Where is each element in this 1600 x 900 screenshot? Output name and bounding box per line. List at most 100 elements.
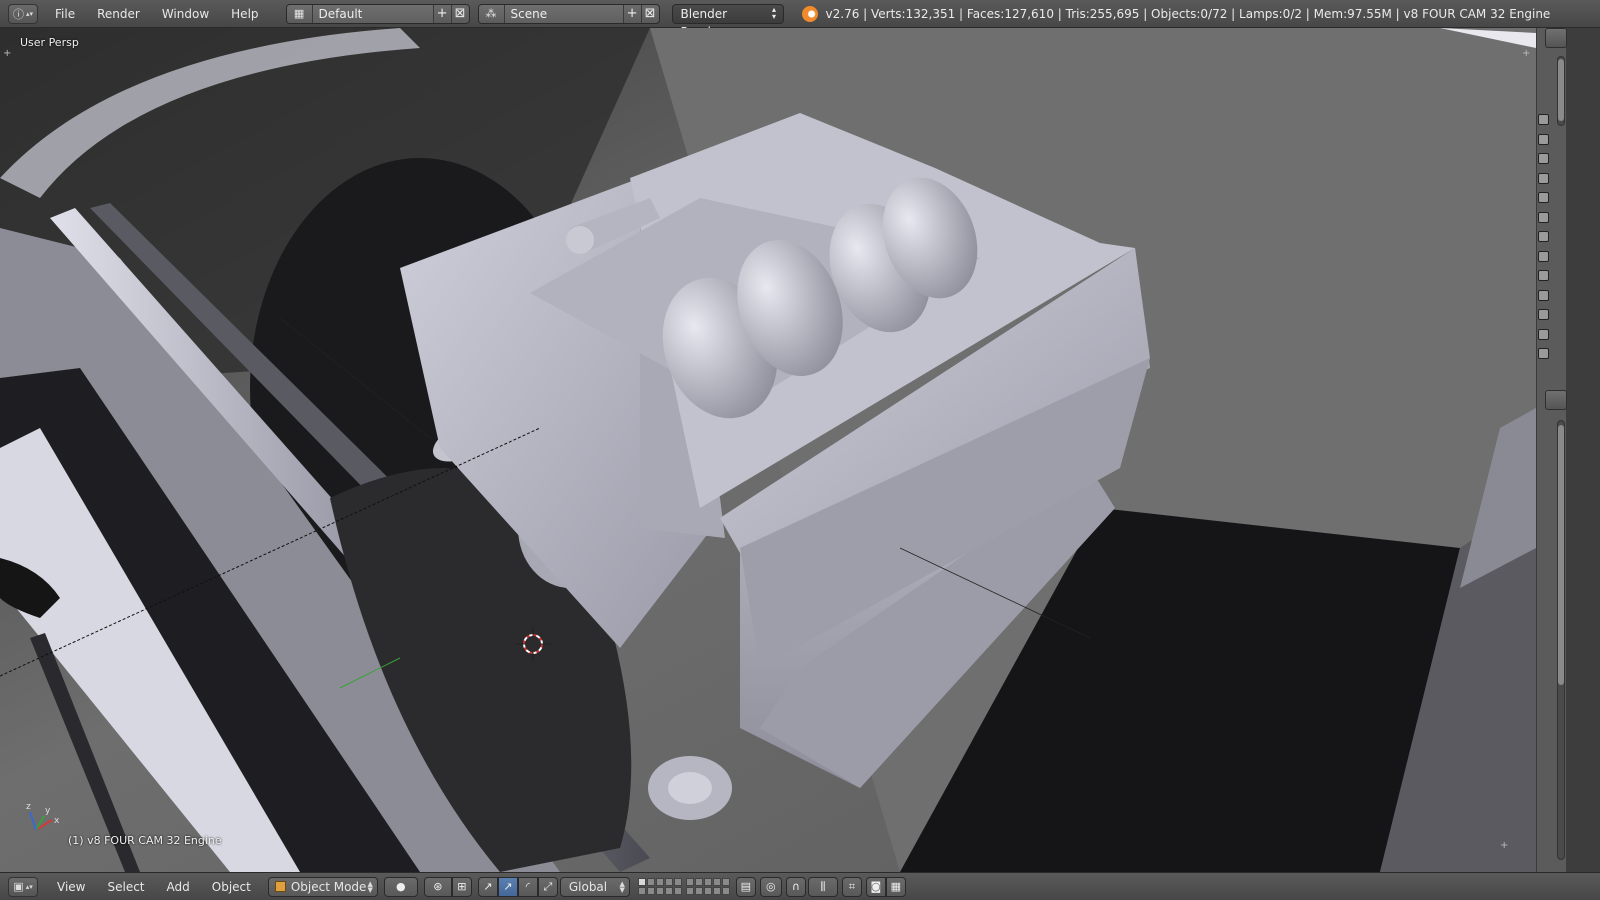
delete-scene-icon[interactable]: ⊠	[640, 4, 659, 23]
layer-button[interactable]	[721, 887, 730, 895]
manipulator-toggle-button[interactable]: ↗	[477, 876, 498, 897]
menu-render[interactable]: Render	[86, 0, 151, 28]
screen-layout-field[interactable]: Default	[312, 4, 433, 23]
manipulator-center-button[interactable]: ⊞	[451, 876, 472, 897]
side-region-strip	[1536, 28, 1567, 872]
camera-icon[interactable]	[1538, 309, 1549, 320]
layer-button[interactable]	[685, 878, 694, 886]
layer-buttons[interactable]	[685, 878, 730, 895]
layer-button[interactable]	[655, 878, 664, 886]
layer-button[interactable]	[703, 878, 712, 886]
layer-buttons[interactable]	[637, 878, 682, 895]
layer-button[interactable]	[664, 887, 673, 895]
mode-label: Object Mode	[290, 879, 367, 894]
region-corner-icon[interactable]: +	[3, 48, 11, 59]
editor-type-button[interactable]: ⓘ ▴▾	[8, 3, 38, 24]
layer-button[interactable]	[712, 878, 721, 886]
camera-icon[interactable]	[1538, 289, 1549, 301]
region-corner-icon[interactable]: +	[1500, 840, 1508, 851]
camera-icon[interactable]	[1538, 250, 1549, 262]
screen-layout-selector[interactable]: ▦ Default + ⊠	[285, 3, 470, 24]
render-engine-dropdown[interactable]: Blender Render	[671, 3, 784, 39]
active-object-label: (1) v8 FOUR CAM 32 Engine	[68, 834, 222, 847]
camera-icon[interactable]	[1538, 270, 1549, 281]
rotate-icon: ◜	[525, 880, 530, 893]
viewport-shading-dropdown[interactable]: ●	[383, 876, 418, 897]
layer-button[interactable]	[646, 887, 655, 895]
layer-button[interactable]	[694, 887, 703, 895]
scene-field[interactable]: Scene	[504, 4, 623, 23]
camera-icon[interactable]	[1538, 172, 1549, 184]
menu-object[interactable]: Object	[201, 880, 262, 894]
menu-file[interactable]: File	[44, 0, 86, 28]
transform-orientation-dropdown[interactable]: Global ▲ ▼	[559, 876, 630, 897]
layer-button[interactable]	[694, 878, 703, 886]
layer-button[interactable]	[673, 878, 682, 886]
restrict-render-column	[1537, 114, 1551, 368]
add-scene-icon[interactable]: +	[622, 4, 641, 23]
camera-icon[interactable]	[1538, 211, 1549, 223]
snap-toggle-button[interactable]: ∩	[785, 876, 806, 897]
camera-icon[interactable]	[1538, 328, 1549, 340]
manipulator-icon: ⊞	[457, 880, 467, 893]
layer-button[interactable]	[673, 887, 682, 895]
scale-manipulator-button[interactable]: ⤢	[537, 876, 558, 897]
camera-icon[interactable]	[1538, 231, 1549, 242]
render-image-button[interactable]: ◙	[865, 876, 886, 897]
solid-shading-icon: ●	[396, 880, 406, 893]
menu-select[interactable]: Select	[96, 880, 155, 894]
layer-lock-button[interactable]: ▤	[735, 876, 756, 897]
scene-icon[interactable]: ⁂	[478, 4, 505, 23]
layer-button[interactable]	[721, 878, 730, 886]
menu-add[interactable]: Add	[156, 880, 201, 894]
camera-icon[interactable]	[1538, 114, 1549, 125]
layer-button[interactable]	[703, 887, 712, 895]
translate-manipulator-button[interactable]: ↗	[497, 876, 518, 897]
editor-type-button[interactable]: ▣ ▴▾	[8, 876, 38, 897]
layer-button[interactable]	[655, 887, 664, 895]
layer-button[interactable]	[712, 887, 721, 895]
scene-selector[interactable]: ⁂ Scene + ⊠	[477, 3, 660, 24]
axis-label-y: y	[45, 806, 51, 816]
viewport-scene	[0, 28, 1566, 872]
delete-layout-icon[interactable]: ⊠	[450, 4, 469, 23]
magnet-icon: ∩	[791, 880, 800, 893]
proportional-edit-icon: ◎	[766, 880, 776, 893]
region-corner-icon[interactable]: +	[1522, 48, 1530, 59]
render-still-icon: ⌗	[848, 879, 855, 893]
opengl-render-button[interactable]: ⌗	[841, 876, 862, 897]
properties-scrollbar[interactable]	[1557, 420, 1565, 860]
menu-view[interactable]: View	[46, 880, 96, 894]
3d-viewport[interactable]: + + + User Persp (1) v8 FOUR CAM 32 Engi…	[0, 28, 1566, 872]
render-animation-button[interactable]: ▦	[885, 876, 906, 897]
pivot-point-dropdown[interactable]: ⊛	[423, 876, 452, 897]
menu-window[interactable]: Window	[151, 0, 220, 28]
view-name: User Persp	[20, 36, 79, 49]
interaction-mode-dropdown[interactable]: Object Mode ▲ ▼	[267, 876, 378, 897]
properties-editor-button[interactable]	[1545, 390, 1567, 410]
menu-help[interactable]: Help	[220, 0, 269, 28]
camera-icon[interactable]	[1538, 192, 1549, 203]
translate-icon: ↗	[503, 880, 513, 893]
info-icon: ⓘ	[12, 7, 24, 21]
view3d-header: ▣ ▴▾ View Select Add Object Object Mode ▲…	[0, 872, 1600, 900]
layer-button[interactable]	[685, 887, 694, 895]
snap-element-icon: ⫼	[820, 879, 826, 893]
camera-icon[interactable]	[1538, 348, 1549, 359]
layout-grid-icon[interactable]: ▦	[286, 4, 313, 23]
axis-label-z: z	[26, 802, 31, 812]
layer-button[interactable]	[664, 878, 673, 886]
proportional-edit-button[interactable]: ◎	[759, 876, 782, 897]
add-layout-icon[interactable]: +	[432, 4, 451, 23]
camera-icon[interactable]	[1538, 133, 1549, 145]
layer-button[interactable]	[646, 878, 655, 886]
snap-element-dropdown[interactable]: ⫼	[807, 876, 838, 897]
layer-button[interactable]	[637, 878, 646, 886]
pivot-icon: ⊛	[433, 880, 443, 893]
camera-icon[interactable]	[1538, 153, 1549, 164]
outliner-scrollbar[interactable]	[1557, 56, 1565, 126]
outliner-editor-button[interactable]	[1545, 28, 1567, 48]
layer-button[interactable]	[637, 887, 646, 895]
rotate-manipulator-button[interactable]: ◜	[517, 876, 538, 897]
camera-render-icon: ◙	[870, 880, 882, 893]
